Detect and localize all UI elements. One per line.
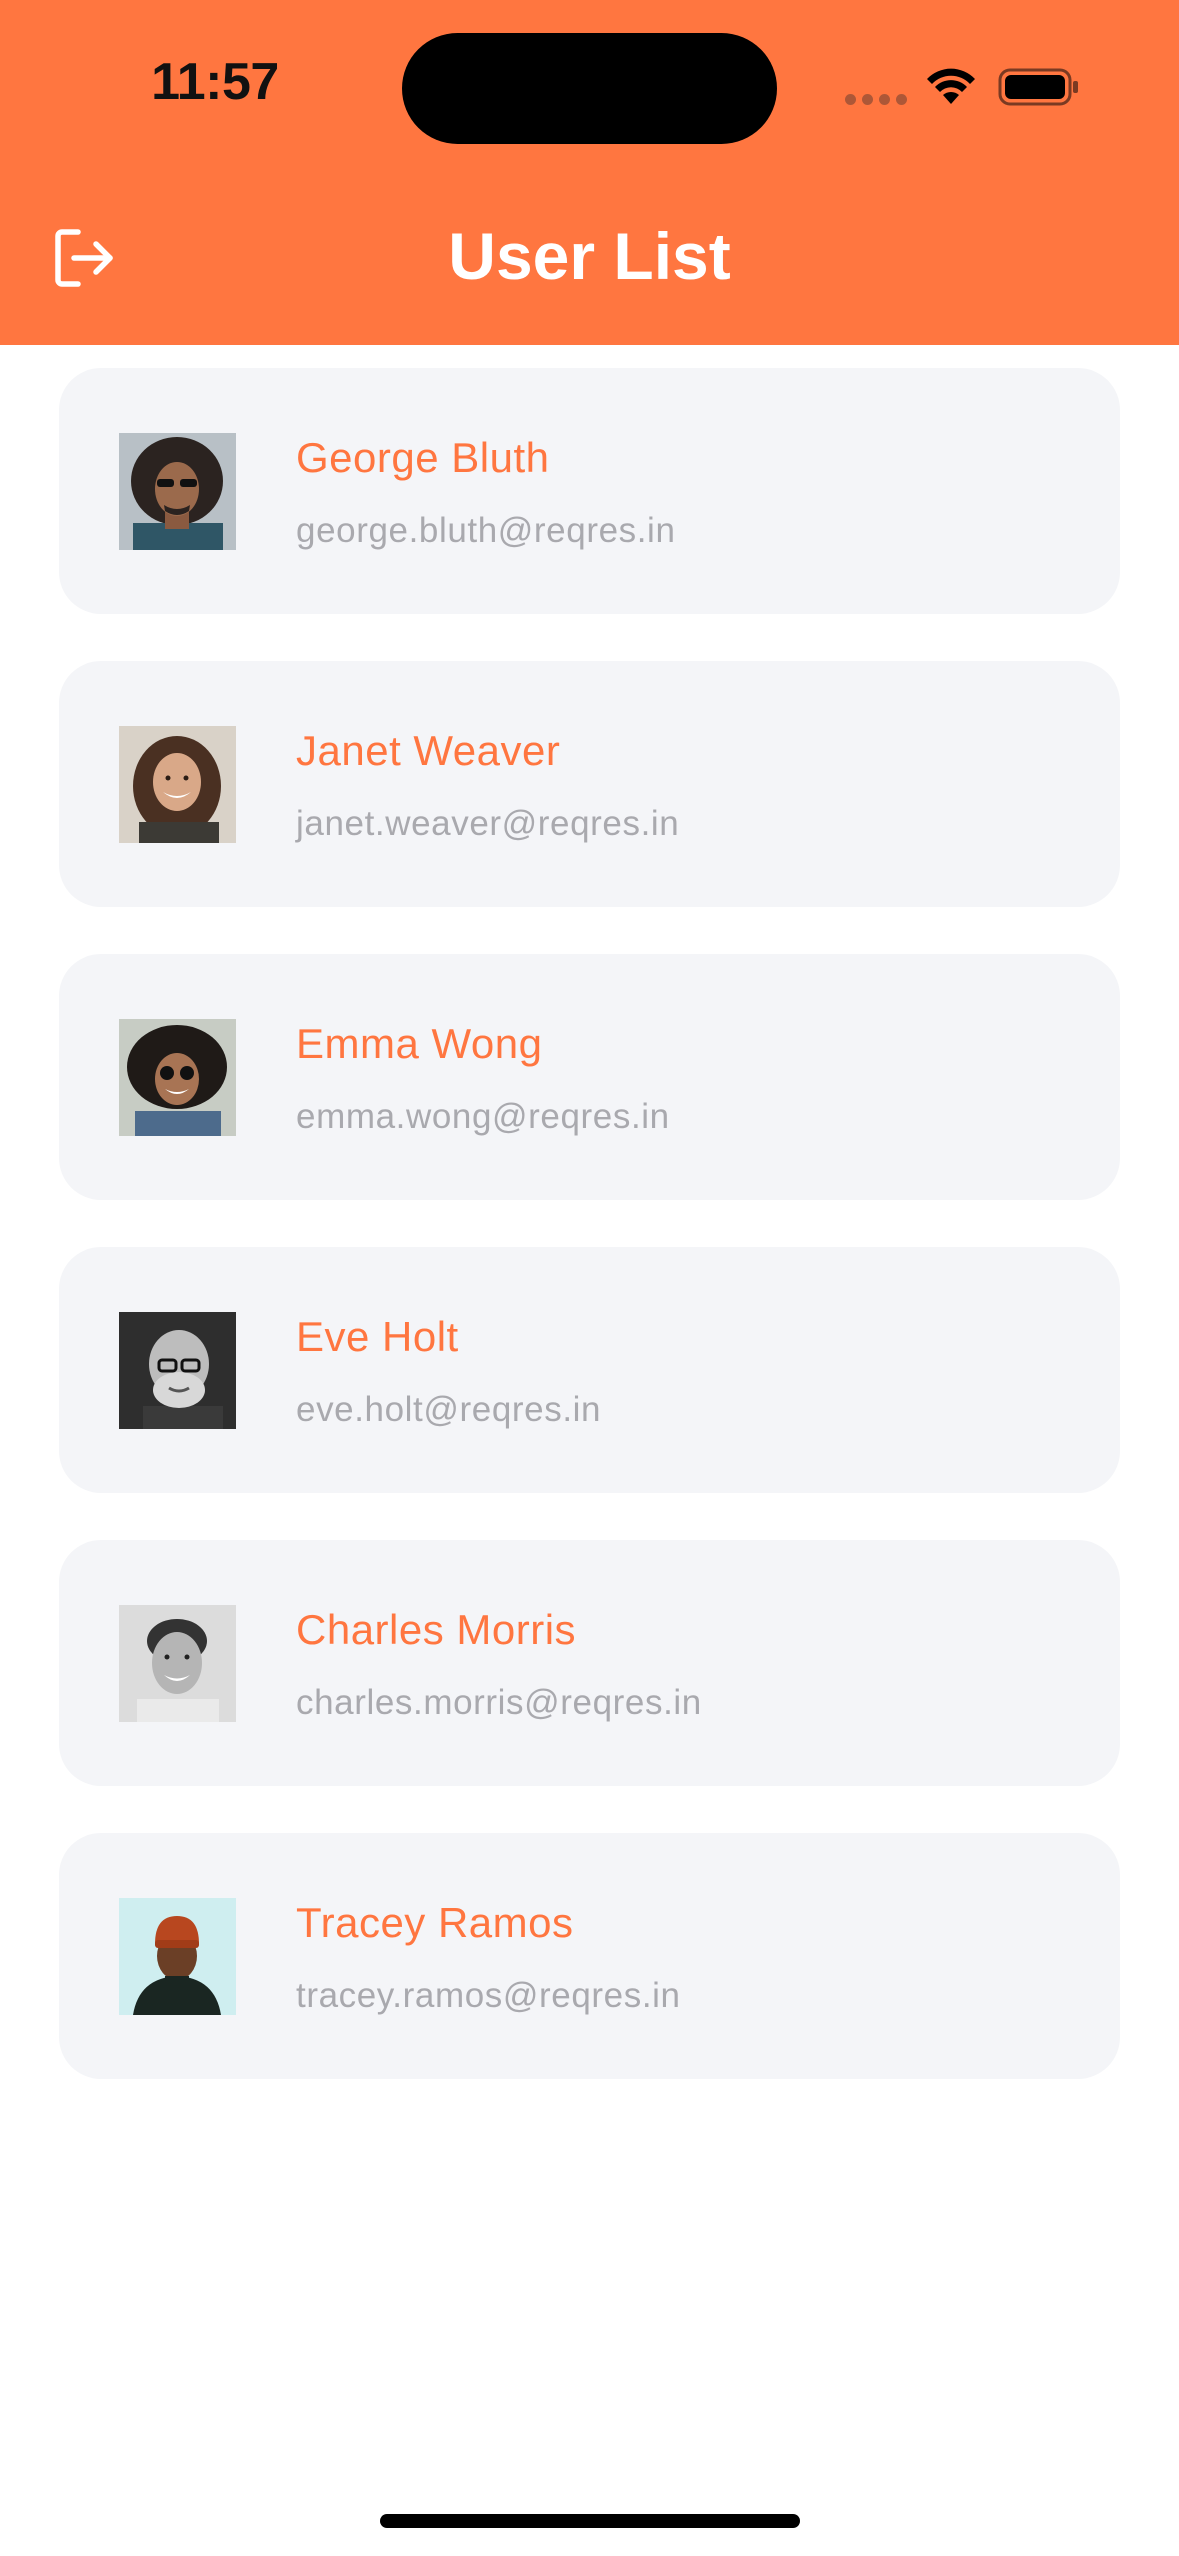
wifi-icon [927, 68, 975, 104]
user-email: charles.morris@reqres.in [296, 1683, 702, 1722]
status-time: 11:57 [151, 53, 279, 111]
dynamic-island [402, 33, 777, 144]
avatar [119, 1019, 236, 1136]
user-name: Charles Morris [296, 1606, 577, 1653]
user-email: george.bluth@reqres.in [296, 511, 676, 550]
user-card[interactable]: Janet Weaver janet.weaver@reqres.in [59, 661, 1120, 907]
user-list: George Bluth george.bluth@reqres.in Jane… [59, 368, 1120, 2126]
user-email: tracey.ramos@reqres.in [296, 1976, 681, 2015]
user-name: Eve Holt [296, 1313, 459, 1360]
user-email: eve.holt@reqres.in [296, 1390, 602, 1429]
user-email: emma.wong@reqres.in [296, 1097, 670, 1136]
user-name: Tracey Ramos [296, 1899, 574, 1946]
battery-icon [998, 68, 1078, 106]
user-card[interactable]: Eve Holt eve.holt@reqres.in [59, 1247, 1120, 1493]
avatar [119, 1898, 236, 2015]
cellular-signal-icon [845, 94, 907, 105]
page-title: User List [448, 219, 731, 293]
avatar [119, 1312, 236, 1429]
app-header: 11:57 User List [0, 0, 1179, 345]
avatar [119, 1605, 236, 1722]
user-card[interactable]: George Bluth george.bluth@reqres.in [59, 368, 1120, 614]
user-name: George Bluth [296, 434, 550, 481]
avatar [119, 726, 236, 843]
user-email: janet.weaver@reqres.in [296, 804, 680, 843]
user-name: Janet Weaver [296, 727, 561, 774]
user-name: Emma Wong [296, 1020, 543, 1067]
home-indicator[interactable] [380, 2514, 800, 2528]
user-card[interactable]: Charles Morris charles.morris@reqres.in [59, 1540, 1120, 1786]
user-card[interactable]: Tracey Ramos tracey.ramos@reqres.in [59, 1833, 1120, 2079]
user-card[interactable]: Emma Wong emma.wong@reqres.in [59, 954, 1120, 1200]
avatar [119, 433, 236, 550]
